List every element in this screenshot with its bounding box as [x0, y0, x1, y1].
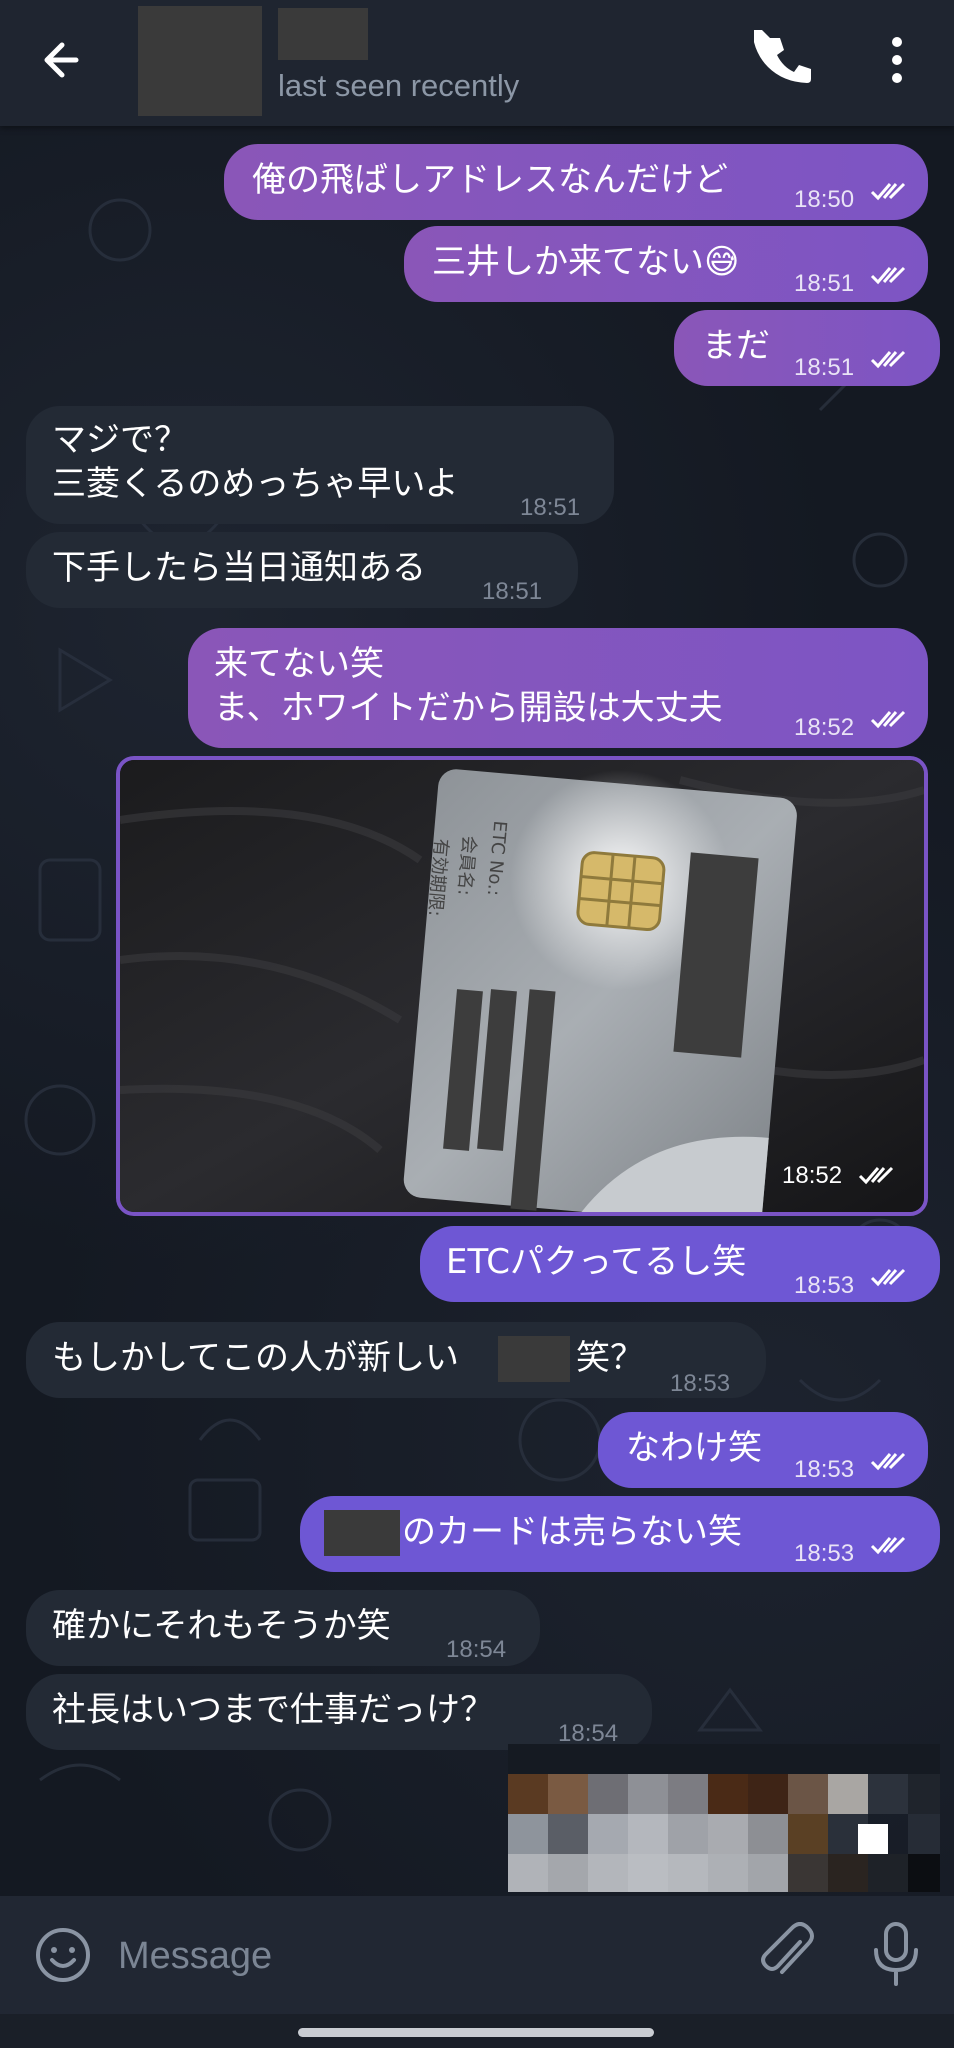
system-navigation-bar	[0, 2014, 954, 2048]
message-outgoing[interactable]: のカードは売らない笑 18:53	[300, 1496, 940, 1572]
microphone-icon[interactable]	[868, 1920, 924, 1988]
message-time: 18:50	[794, 186, 855, 213]
message-time: 18:52	[782, 1162, 843, 1189]
message-text-after: 笑？	[576, 1338, 644, 1378]
message-time: 18:53	[794, 1456, 855, 1483]
avatar[interactable]	[138, 6, 262, 116]
message-time: 18:54	[446, 1636, 507, 1663]
photo-message[interactable]: ETC No.: 会員名: 有効期限: 18:52	[116, 756, 928, 1216]
message-text-after: のカードは売らない笑	[402, 1512, 742, 1552]
back-arrow-icon[interactable]	[36, 30, 96, 90]
message-outgoing[interactable]: 俺の飛ばしアドレスなんだけど 18:50	[224, 144, 928, 220]
message-text: 社長はいつまで仕事だっけ？	[52, 1690, 494, 1730]
message-outgoing[interactable]: まだ 18:51	[674, 310, 940, 386]
emoji-icon[interactable]	[34, 1926, 92, 1984]
redacted-word	[324, 1510, 400, 1556]
message-time: 18:53	[794, 1272, 855, 1299]
message-text-line2: ま、ホワイトだから開設は大丈夫	[214, 688, 723, 728]
message-text: まだ	[702, 326, 770, 366]
double-check-icon	[858, 1166, 894, 1185]
chat-header: last seen recently	[0, 0, 954, 126]
double-check-icon	[870, 1268, 906, 1287]
message-incoming[interactable]: もしかしてこの人が新しい 笑？ 18:53	[26, 1322, 766, 1398]
card-photo: ETC No.: 会員名: 有効期限:	[120, 760, 924, 1212]
message-time: 18:51	[794, 354, 855, 381]
double-check-icon	[870, 266, 906, 285]
double-check-icon	[870, 182, 906, 201]
phone-icon[interactable]	[754, 30, 814, 90]
double-check-icon	[870, 350, 906, 369]
message-incoming[interactable]: 社長はいつまで仕事だっけ？ 18:54	[26, 1674, 652, 1750]
message-incoming[interactable]: 確かにそれもそうか笑 18:54	[26, 1590, 540, 1666]
message-time: 18:52	[794, 714, 855, 741]
message-outgoing[interactable]: 来てない笑 ま、ホワイトだから開設は大丈夫 18:52	[188, 628, 928, 748]
pixelated-sticker[interactable]	[508, 1744, 940, 1892]
message-outgoing[interactable]: ETCパクってるし笑 18:53	[420, 1226, 940, 1302]
paperclip-icon[interactable]	[756, 1922, 816, 1986]
message-text: 三井しか来てない😅	[432, 242, 740, 282]
message-text: 確かにそれもそうか笑	[52, 1606, 391, 1646]
message-text-before: もしかしてこの人が新しい	[52, 1338, 459, 1378]
double-check-icon	[870, 1452, 906, 1471]
message-text-line1: 来てない笑	[214, 644, 384, 684]
message-time: 18:51	[482, 578, 543, 605]
double-check-icon	[870, 710, 906, 729]
message-text: 下手したら当日通知ある	[52, 548, 426, 588]
message-time: 18:53	[794, 1540, 855, 1567]
message-text-line1: マジで？	[52, 420, 188, 460]
message-text: 俺の飛ばしアドレスなんだけど	[252, 160, 728, 200]
message-incoming[interactable]: マジで？ 三菱くるのめっちゃ早いよ 18:51	[26, 406, 614, 524]
message-outgoing[interactable]: なわけ笑 18:53	[598, 1412, 928, 1488]
contact-name-redacted[interactable]	[278, 8, 368, 60]
message-time: 18:51	[794, 270, 855, 297]
message-text: ETCパクってるし笑	[446, 1242, 747, 1282]
message-text-line2: 三菱くるのめっちゃ早いよ	[52, 464, 459, 504]
last-seen-status: last seen recently	[278, 68, 520, 103]
more-vertical-icon[interactable]	[876, 30, 918, 90]
message-time: 18:51	[520, 494, 581, 521]
message-time: 18:53	[670, 1370, 731, 1397]
home-indicator[interactable]	[298, 2028, 654, 2037]
message-text: なわけ笑	[626, 1428, 762, 1468]
double-check-icon	[870, 1536, 906, 1555]
message-incoming[interactable]: 下手したら当日通知ある 18:51	[26, 532, 578, 608]
redacted-word	[498, 1336, 570, 1382]
message-composer	[0, 1896, 954, 2014]
message-outgoing[interactable]: 三井しか来てない😅 18:51	[404, 226, 928, 302]
message-input[interactable]	[118, 1928, 718, 1984]
